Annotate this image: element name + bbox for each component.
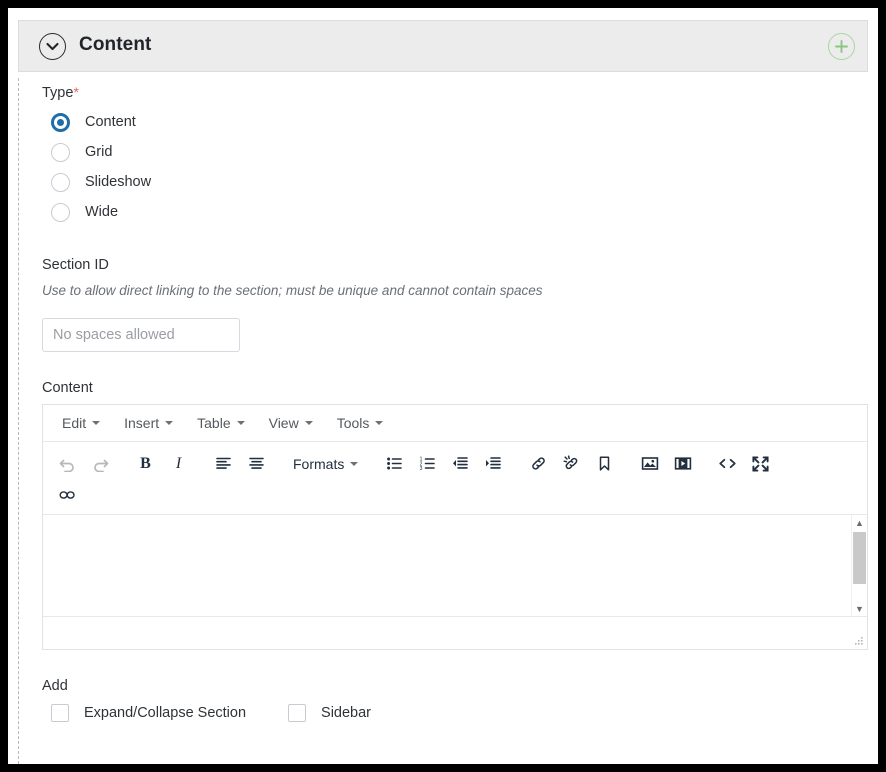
chevron-down-icon [304, 421, 313, 425]
plus-circle-icon[interactable] [828, 33, 855, 60]
chevron-down-icon [92, 421, 101, 425]
type-field: Type* Content Grid Slideshow Wide [42, 84, 868, 227]
bold-glyph: B [140, 454, 151, 472]
add-label: Add [42, 678, 68, 694]
section-indent-rail [18, 78, 19, 764]
section-id-hint: Use to allow direct linking to the secti… [42, 283, 543, 298]
required-marker: * [73, 84, 79, 100]
chevron-down-icon [350, 461, 359, 466]
anchor-icon[interactable] [588, 448, 621, 479]
radio-indicator-slideshow[interactable] [51, 172, 70, 192]
chevron-down-glyph [46, 42, 59, 51]
toolbar-separator [510, 463, 522, 464]
checkbox-expand-collapse-section[interactable] [51, 704, 69, 722]
plus-glyph [835, 40, 848, 53]
checkbox-sidebar[interactable] [288, 704, 307, 722]
editor-scrollbar[interactable]: ▲ ▼ [851, 515, 867, 616]
chevron-down-icon [375, 421, 384, 425]
indent-icon[interactable] [477, 448, 510, 479]
radio-indicator-content[interactable] [51, 112, 70, 132]
formats-menu-label: Formats [293, 455, 345, 472]
radio-option-grid[interactable]: Grid [42, 137, 868, 167]
editor-menubar: Edit Insert Table View Tools [43, 405, 867, 442]
section-id-input[interactable] [42, 318, 240, 352]
menu-edit-label: Edit [62, 415, 87, 431]
menu-view[interactable]: View [260, 411, 322, 435]
content-field: Content Edit Insert Table View Tools B I… [42, 380, 868, 650]
section-id-label: Section ID [42, 257, 109, 273]
image-icon[interactable] [633, 448, 666, 479]
scroll-down-icon[interactable]: ▼ [852, 601, 867, 616]
menu-tools-label: Tools [336, 415, 370, 431]
menu-view-label: View [268, 415, 299, 431]
link-icon[interactable] [522, 448, 555, 479]
bold-icon[interactable]: B [129, 448, 162, 479]
scroll-up-icon[interactable]: ▲ [852, 515, 867, 530]
source-code-icon[interactable] [711, 448, 744, 479]
numbered-list-icon[interactable]: 123 [411, 448, 444, 479]
type-label-text: Type [42, 85, 74, 101]
type-radio-group: Content Grid Slideshow Wide [42, 107, 868, 227]
resize-handle-icon[interactable] [852, 634, 864, 646]
chevron-down-icon[interactable] [39, 33, 66, 60]
radio-indicator-grid[interactable] [51, 142, 70, 162]
panel-header: Content [18, 20, 868, 72]
checkbox-label-expand-collapse-section: Expand/Collapse Section [84, 705, 247, 721]
toolbar-separator [117, 463, 129, 464]
menu-insert[interactable]: Insert [115, 411, 182, 435]
radio-indicator-wide[interactable] [51, 202, 70, 222]
editor-statusbar [43, 617, 867, 649]
unlink-icon[interactable] [555, 448, 588, 479]
radio-option-slideshow[interactable]: Slideshow [42, 167, 868, 197]
chevron-down-icon [236, 421, 245, 425]
add-field: Add Expand/Collapse Section Sidebar [42, 678, 868, 722]
toolbar-separator [366, 463, 378, 464]
undo-icon[interactable] [51, 448, 84, 479]
menu-insert-label: Insert [124, 415, 160, 431]
section-editor-panel: Content Type* Content Grid Slideshow Wid… [8, 8, 878, 764]
editor-toolbar: B I Formats 1 2 3 [43, 442, 867, 515]
toolbar-separator [621, 463, 633, 464]
radio-label-grid: Grid [85, 144, 113, 160]
content-label: Content [42, 380, 93, 396]
menu-table[interactable]: Table [188, 411, 253, 435]
menu-tools[interactable]: Tools [328, 411, 393, 435]
menu-table-label: Table [197, 415, 231, 431]
outdent-icon[interactable] [444, 448, 477, 479]
fullscreen-icon[interactable] [744, 448, 777, 479]
add-checkbox-group: Expand/Collapse Section Sidebar [42, 704, 868, 722]
scrollbar-thumb[interactable] [853, 532, 866, 584]
rich-text-editor: Edit Insert Table View Tools B I Formats… [42, 404, 868, 650]
toolbar-separator [195, 463, 207, 464]
radio-label-content: Content [85, 114, 136, 130]
page-title: Content [79, 34, 152, 55]
radio-option-wide[interactable]: Wide [42, 197, 868, 227]
editor-content-area[interactable]: ▲ ▼ [43, 515, 867, 617]
radio-label-slideshow: Slideshow [85, 174, 152, 190]
checkbox-label-sidebar: Sidebar [321, 705, 372, 721]
type-field-label: Type* [42, 84, 868, 101]
section-id-field: Section ID Use to allow direct linking t… [42, 257, 868, 352]
menu-edit[interactable]: Edit [53, 411, 109, 435]
special-character-icon[interactable] [51, 479, 84, 510]
formats-menu[interactable]: Formats [285, 452, 366, 476]
radio-label-wide: Wide [85, 204, 119, 220]
form-body: Type* Content Grid Slideshow Wide Sectio… [42, 84, 868, 722]
chevron-down-icon [165, 421, 174, 425]
align-center-icon[interactable] [240, 448, 273, 479]
italic-icon[interactable]: I [162, 448, 195, 479]
svg-text:3: 3 [420, 466, 423, 472]
toolbar-separator [273, 463, 285, 464]
radio-option-content[interactable]: Content [42, 107, 868, 137]
redo-icon[interactable] [84, 448, 117, 479]
bullet-list-icon[interactable] [378, 448, 411, 479]
italic-glyph: I [175, 454, 182, 472]
toolbar-separator [699, 463, 711, 464]
align-left-icon[interactable] [207, 448, 240, 479]
media-icon[interactable] [666, 448, 699, 479]
